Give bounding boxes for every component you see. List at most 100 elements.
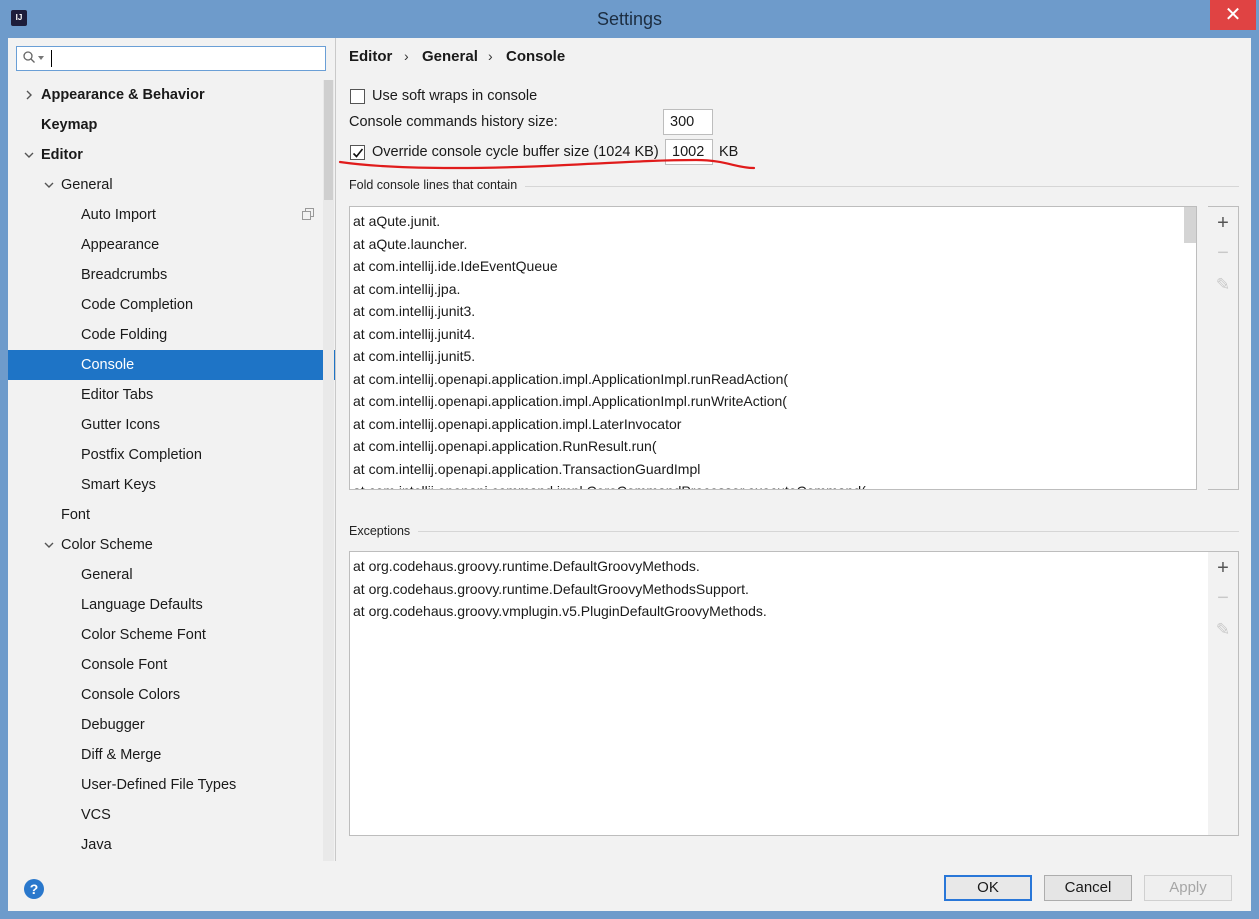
edit-exception-button[interactable]: ✎	[1208, 616, 1238, 644]
override-buffer-field[interactable]: 1002	[665, 139, 713, 165]
sidebar-item-label: Auto Import	[81, 207, 156, 223]
settings-window: IJ Settings ✕ Appearance & Behavior Keyma…	[0, 0, 1259, 919]
edit-fold-item-button[interactable]: ✎	[1208, 271, 1238, 299]
sidebar-item-smart-keys[interactable]: Smart Keys	[8, 470, 335, 500]
sidebar-item-appearance-behavior[interactable]: Appearance & Behavior	[8, 80, 335, 110]
soft-wraps-label[interactable]: Use soft wraps in console	[372, 88, 537, 104]
fold-list-item[interactable]: at com.intellij.ide.IdeEventQueue	[353, 258, 558, 274]
sidebar-scrollbar-thumb[interactable]	[324, 80, 333, 200]
close-window-button[interactable]: ✕	[1210, 0, 1256, 30]
cancel-button[interactable]: Cancel	[1044, 875, 1132, 901]
sidebar-item-console-font[interactable]: Console Font	[8, 650, 335, 680]
fold-list-item[interactable]: at aQute.junit.	[353, 213, 440, 229]
help-icon[interactable]: ?	[24, 879, 44, 899]
fold-list-item[interactable]: at com.intellij.openapi.application.Tran…	[353, 461, 700, 477]
sidebar-item-console-colors[interactable]: Console Colors	[8, 680, 335, 710]
fold-list-item[interactable]: at com.intellij.openapi.application.impl…	[353, 371, 788, 387]
sidebar-item-label: VCS	[81, 807, 111, 823]
sidebar-item-java[interactable]: Java	[8, 830, 335, 860]
exception-list-item[interactable]: at org.codehaus.groovy.runtime.DefaultGr…	[353, 558, 700, 574]
sidebar-item-color-scheme-font[interactable]: Color Scheme Font	[8, 620, 335, 650]
sidebar-item-label: Language Defaults	[81, 597, 203, 613]
override-buffer-unit: KB	[719, 144, 739, 160]
override-buffer-checkbox[interactable]	[350, 145, 365, 160]
sidebar-item-color-scheme[interactable]: Color Scheme	[8, 530, 335, 560]
sidebar-item-code-completion[interactable]: Code Completion	[8, 290, 335, 320]
breadcrumb-separator: ›	[488, 48, 493, 64]
fold-list-scrollbar-thumb[interactable]	[1184, 207, 1196, 243]
fold-list-toolbar: + − ✎	[1208, 206, 1239, 490]
sidebar-item-postfix-completion[interactable]: Postfix Completion	[8, 440, 335, 470]
fold-list-item[interactable]: at com.intellij.junit3.	[353, 303, 475, 319]
sidebar-item-label: Font	[61, 507, 91, 523]
exception-list-item[interactable]: at org.codehaus.groovy.vmplugin.v5.Plugi…	[353, 603, 767, 619]
sidebar-item-code-folding[interactable]: Code Folding	[8, 320, 335, 350]
apply-button[interactable]: Apply	[1144, 875, 1232, 901]
add-exception-button[interactable]: +	[1208, 554, 1238, 582]
search-icon	[23, 51, 35, 63]
soft-wraps-checkbox[interactable]	[350, 89, 365, 104]
sidebar-item-breadcrumbs[interactable]: Breadcrumbs	[8, 260, 335, 290]
chevron-right-icon[interactable]	[24, 90, 34, 100]
sidebar-item-label: General	[61, 177, 113, 193]
add-fold-item-button[interactable]: +	[1208, 209, 1238, 237]
dialog-button-bar: ? OK Cancel Apply	[8, 861, 1251, 911]
dialog-body: Appearance & Behavior Keymap Editor General…	[8, 38, 1251, 911]
ok-button[interactable]: OK	[944, 875, 1032, 901]
remove-fold-item-button[interactable]: −	[1208, 239, 1238, 267]
sidebar-item-label: Breadcrumbs	[81, 267, 168, 283]
history-size-field[interactable]: 300	[663, 109, 713, 135]
fold-list-item[interactable]: at com.intellij.openapi.application.impl…	[353, 416, 681, 432]
text-caret	[51, 50, 52, 67]
fold-list-item[interactable]: at com.intellij.junit5.	[353, 348, 475, 364]
fold-list-item[interactable]: at com.intellij.openapi.application.RunR…	[353, 438, 657, 454]
sidebar-item-keymap[interactable]: Keymap	[8, 110, 335, 140]
sidebar-item-editor-tabs[interactable]: Editor Tabs	[8, 380, 335, 410]
sidebar-item-label: Editor Tabs	[81, 387, 154, 403]
sidebar-item-label: Debugger	[81, 717, 145, 733]
sidebar-item-user-defined-file-types[interactable]: User-Defined File Types	[8, 770, 335, 800]
sidebar-item-label: Java	[81, 837, 112, 853]
exceptions-list[interactable]: at org.codehaus.groovy.runtime.DefaultGr…	[349, 551, 1209, 836]
breadcrumb-item-editor[interactable]: Editor	[349, 48, 392, 65]
sidebar-item-console[interactable]: Console	[8, 350, 335, 380]
chevron-down-icon[interactable]	[44, 540, 54, 550]
breadcrumb-item-general[interactable]: General	[422, 48, 478, 65]
sidebar-item-editor[interactable]: Editor	[8, 140, 335, 170]
sidebar-item-label: User-Defined File Types	[81, 777, 237, 793]
remove-exception-button[interactable]: −	[1208, 584, 1238, 612]
fold-section-title: Fold console lines that contain	[349, 178, 526, 192]
sidebar-item-label: Color Scheme	[61, 537, 153, 553]
sidebar-item-language-defaults[interactable]: Language Defaults	[8, 590, 335, 620]
sidebar-item-vcs[interactable]: VCS	[8, 800, 335, 830]
breadcrumb-item-console: Console	[506, 48, 566, 65]
sidebar-item-label: General	[81, 567, 133, 583]
chevron-down-icon[interactable]	[44, 180, 54, 190]
settings-content: Editor › General › Console Use soft wrap…	[336, 38, 1251, 861]
sidebar-item-gutter-icons[interactable]: Gutter Icons	[8, 410, 335, 440]
fold-list-item[interactable]: at com.intellij.junit4.	[353, 326, 475, 342]
sidebar-item-font[interactable]: Font	[8, 500, 335, 530]
fold-list-item[interactable]: at aQute.launcher.	[353, 236, 467, 252]
sidebar-item-debugger[interactable]: Debugger	[8, 710, 335, 740]
fold-lines-list[interactable]: at aQute.junit. at aQute.launcher. at com.…	[349, 206, 1197, 490]
sidebar-item-auto-import[interactable]: Auto Import	[8, 200, 335, 230]
fold-list-item[interactable]: at com.intellij.openapi.command.impl.Cor…	[353, 483, 866, 489]
sidebar-item-label: Appearance & Behavior	[41, 87, 205, 103]
fold-list-item[interactable]: at com.intellij.jpa.	[353, 281, 460, 297]
sidebar-item-appearance[interactable]: Appearance	[8, 230, 335, 260]
sidebar-item-general[interactable]: General	[8, 560, 335, 590]
fold-list-item[interactable]: at com.intellij.openapi.application.impl…	[353, 393, 787, 409]
sidebar-item-diff-merge[interactable]: Diff & Merge	[8, 740, 335, 770]
sidebar-item-label: Smart Keys	[81, 477, 156, 493]
chevron-down-icon[interactable]	[24, 150, 34, 160]
sidebar-item-label: Console Colors	[81, 687, 181, 703]
exception-list-item[interactable]: at org.codehaus.groovy.runtime.DefaultGr…	[353, 581, 749, 597]
title-bar: IJ Settings ✕	[0, 0, 1259, 38]
sidebar-scrollbar[interactable]	[323, 80, 334, 861]
sidebar-item-label: Editor	[41, 147, 83, 163]
sidebar-item-general[interactable]: General	[8, 170, 335, 200]
search-history-chevron-icon[interactable]	[38, 56, 44, 60]
override-buffer-label[interactable]: Override console cycle buffer size (1024…	[372, 144, 659, 160]
search-input[interactable]	[16, 46, 326, 71]
